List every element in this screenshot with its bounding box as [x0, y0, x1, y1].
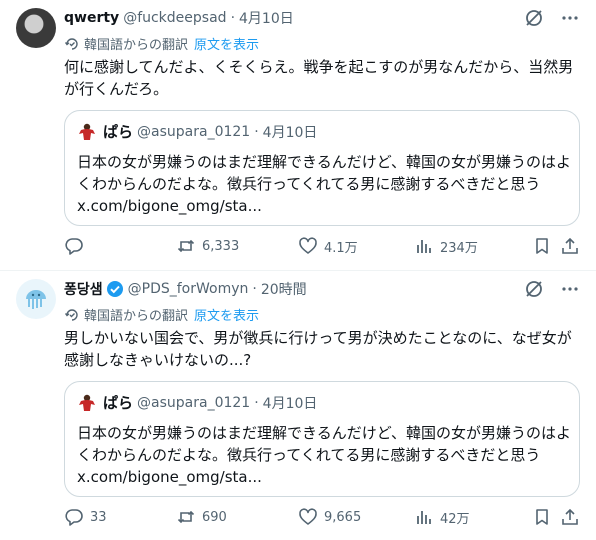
quoted-avatar[interactable]: [77, 393, 97, 413]
tweet[interactable]: qwerty @fuckdeepsad · 4月10日 韓国語からの翻訳 原文を…: [0, 0, 596, 270]
bookmark-button[interactable]: [532, 236, 552, 256]
header-actions: [524, 8, 580, 28]
reply-count: 33: [90, 509, 107, 525]
show-original-link[interactable]: 原文を表示: [194, 305, 259, 324]
more-icon[interactable]: [560, 8, 580, 28]
quoted-tweet-text: 日本の女が男嫌うのはまだ理解できるんだけど、韓国の女が男嫌うのはよくわからんのだ…: [77, 151, 571, 217]
quoted-display-name[interactable]: ぱら: [103, 392, 133, 413]
quoted-display-name[interactable]: ぱら: [103, 121, 133, 142]
share-button[interactable]: [560, 236, 580, 256]
views-button[interactable]: 42万: [414, 507, 470, 527]
share-icon: [560, 507, 580, 527]
translation-label: 韓国語からの翻訳: [84, 309, 189, 324]
bookmark-icon: [532, 507, 552, 527]
views-count: 42万: [440, 511, 470, 527]
reply-icon: [64, 507, 84, 527]
translate-icon: [64, 307, 84, 323]
action-bar: 6,333 4.1万 234万: [64, 236, 580, 260]
reply-button[interactable]: [64, 236, 90, 256]
retweet-button[interactable]: 690: [176, 507, 227, 527]
action-bar: 33 690 9,665 42万: [64, 507, 580, 531]
quoted-text-body: 日本の女が男嫌うのはまだ理解できるんだけど、韓国の女が男嫌うのはよくわからんのだ…: [77, 424, 571, 464]
verified-icon: [106, 280, 124, 298]
user-handle[interactable]: @fuckdeepsad: [123, 10, 226, 26]
tweet[interactable]: 퐁당샘 @PDS_forWomyn · 20時間 韓国語からの翻訳 原文を表示 …: [0, 270, 596, 540]
tweet-text: 何に感謝してんだよ、くそくらえ。戦争を起こすのが男なんだから、当然男が行くんだろ…: [64, 58, 574, 98]
separator-dot: ·: [254, 123, 259, 140]
retweet-button[interactable]: 6,333: [176, 236, 239, 256]
separator-dot: ·: [254, 394, 259, 411]
timestamp[interactable]: 20時間: [261, 279, 307, 299]
like-icon: [298, 507, 318, 527]
retweet-count: 6,333: [202, 238, 240, 254]
tweet-text: 男しかいない国会で、男が徴兵に行けって男が決めたことなのに、なぜ女が感謝しなきゃ…: [64, 329, 572, 369]
separator-dot: ·: [252, 281, 257, 297]
quoted-text-body: 日本の女が男嫌うのはまだ理解できるんだけど、韓国の女が男嫌うのはよくわからんのだ…: [77, 153, 571, 193]
quoted-tweet-header: ぱら @asupara_0121 · 4月10日: [77, 121, 317, 142]
quoted-tweet[interactable]: ぱら @asupara_0121 · 4月10日 日本の女が男嫌うのはまだ理解で…: [64, 110, 580, 226]
like-button[interactable]: 9,665: [298, 507, 361, 527]
grok-icon[interactable]: [524, 279, 544, 299]
translation-notice: 韓国語からの翻訳 原文を表示: [64, 34, 259, 53]
retweet-icon: [176, 236, 196, 256]
display-name[interactable]: qwerty: [64, 10, 119, 26]
separator-dot: ·: [230, 10, 236, 26]
header-actions: [524, 279, 580, 299]
grok-icon[interactable]: [524, 8, 544, 28]
translation-notice: 韓国語からの翻訳 原文を表示: [64, 305, 259, 324]
quoted-tweet[interactable]: ぱら @asupara_0121 · 4月10日 日本の女が男嫌うのはまだ理解で…: [64, 381, 580, 497]
user-handle[interactable]: @PDS_forWomyn: [128, 281, 249, 297]
quoted-link[interactable]: x.com/bigone_omg/sta...: [77, 197, 262, 215]
like-count: 9,665: [324, 509, 362, 525]
reply-icon: [64, 236, 84, 256]
tweet-header: 퐁당샘 @PDS_forWomyn · 20時間: [64, 279, 580, 299]
translation-label: 韓国語からの翻訳: [84, 38, 189, 53]
share-icon: [560, 236, 580, 256]
quoted-timestamp[interactable]: 4月10日: [263, 122, 318, 142]
quoted-user-handle[interactable]: @asupara_0121: [137, 395, 250, 411]
quoted-avatar[interactable]: [77, 122, 97, 142]
timestamp[interactable]: 4月10日: [239, 8, 294, 28]
tweet-header: qwerty @fuckdeepsad · 4月10日: [64, 8, 580, 28]
avatar[interactable]: [16, 279, 56, 319]
quoted-timestamp[interactable]: 4月10日: [263, 393, 318, 413]
like-button[interactable]: 4.1万: [298, 236, 358, 256]
bookmark-icon: [532, 236, 552, 256]
quoted-link[interactable]: x.com/bigone_omg/sta...: [77, 468, 262, 486]
reply-button[interactable]: 33: [64, 507, 107, 527]
quoted-tweet-text: 日本の女が男嫌うのはまだ理解できるんだけど、韓国の女が男嫌うのはよくわからんのだ…: [77, 422, 571, 488]
views-button[interactable]: 234万: [414, 236, 478, 256]
show-original-link[interactable]: 原文を表示: [194, 34, 259, 53]
share-button[interactable]: [560, 507, 580, 527]
avatar[interactable]: [16, 8, 56, 48]
views-icon: [414, 507, 434, 527]
quoted-tweet-header: ぱら @asupara_0121 · 4月10日: [77, 392, 317, 413]
views-icon: [414, 236, 434, 256]
more-icon[interactable]: [560, 279, 580, 299]
like-icon: [298, 236, 318, 256]
retweet-icon: [176, 507, 196, 527]
like-count: 4.1万: [324, 240, 358, 256]
display-name[interactable]: 퐁당샘: [64, 279, 103, 299]
bookmark-button[interactable]: [532, 507, 552, 527]
retweet-count: 690: [202, 509, 227, 525]
translate-icon: [64, 36, 84, 52]
quoted-user-handle[interactable]: @asupara_0121: [137, 124, 250, 140]
views-count: 234万: [440, 240, 478, 256]
